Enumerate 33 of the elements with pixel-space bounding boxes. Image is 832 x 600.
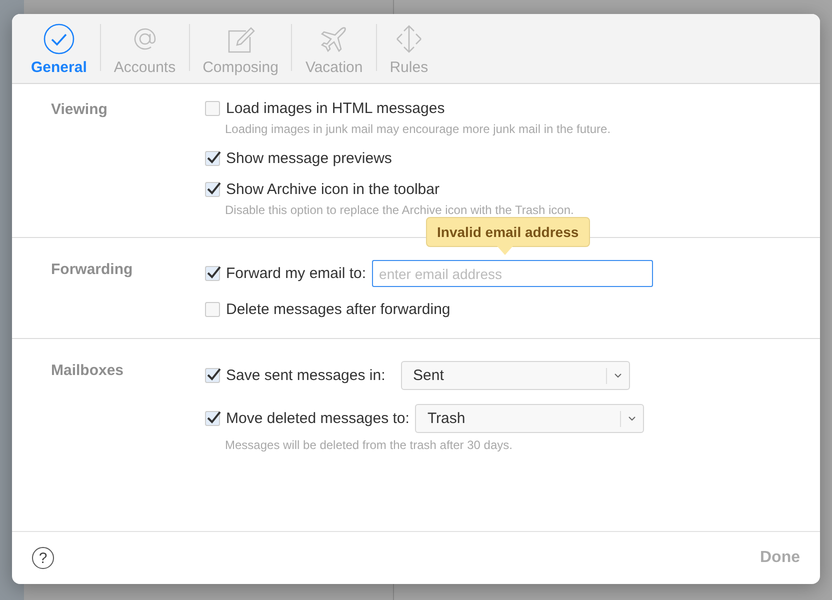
chevron-down-icon (628, 416, 636, 421)
toolbar-tab[interactable]: General (18, 14, 100, 83)
checkbox[interactable] (205, 101, 220, 116)
tooltip-pointer-icon (497, 246, 514, 255)
option-hint: Disable this option to replace the Archive icon with the Trash icon. (225, 203, 575, 217)
option-label: Forward my email to: (226, 265, 366, 282)
option-label: Show message previews (226, 150, 392, 167)
toolbar-tab[interactable]: Composing (190, 14, 292, 83)
checkbox[interactable] (205, 411, 220, 426)
check-circle-icon (42, 23, 75, 55)
section-title: Viewing (51, 100, 108, 120)
help-button[interactable]: ? (32, 547, 54, 569)
option-hint: Messages will be deleted from the trash after 30 days. (225, 438, 514, 452)
section-title: Forwarding (51, 260, 134, 280)
option-label: Save sent messages in: (226, 367, 386, 384)
toolbar-tab[interactable]: Rules (376, 14, 442, 83)
mailbox-dropdown[interactable]: Trash (415, 404, 644, 433)
option-label: Move deleted messages to: (226, 410, 410, 427)
checkbox[interactable] (205, 151, 220, 166)
checkbox[interactable] (205, 368, 220, 383)
option-hint: Loading images in junk mail may encourage more junk mail in the future. (225, 122, 612, 136)
option-label: Delete messages after forwarding (226, 301, 450, 318)
section-title: Mailboxes (51, 361, 125, 381)
toolbar-tab[interactable]: Vacation (292, 14, 376, 83)
email-field[interactable]: enter email address (372, 260, 654, 287)
option-label: Show Archive icon in the toolbar (226, 181, 440, 198)
option-label: Load images in HTML messages (226, 100, 445, 117)
checkbox[interactable] (205, 302, 220, 317)
chevron-down-icon (614, 373, 622, 378)
checkbox[interactable] (205, 182, 220, 197)
mailbox-dropdown[interactable]: Sent (401, 361, 630, 390)
toolbar-tab[interactable]: Accounts (100, 14, 189, 83)
checkbox[interactable] (205, 266, 220, 281)
